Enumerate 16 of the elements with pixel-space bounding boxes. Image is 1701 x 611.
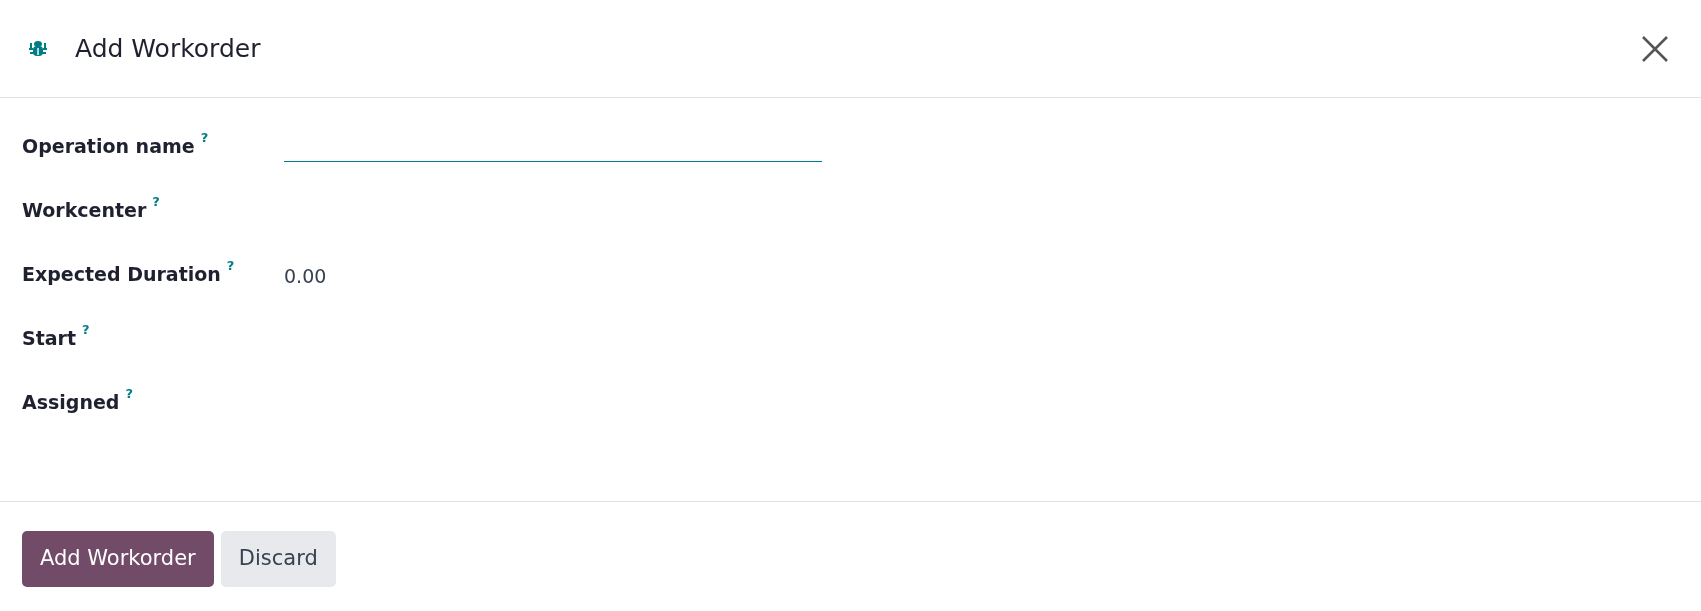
field-label: Workcenter bbox=[22, 198, 147, 223]
help-tooltip[interactable]: ? bbox=[82, 320, 90, 340]
help-tooltip[interactable]: ? bbox=[200, 128, 209, 148]
bug-icon bbox=[28, 38, 48, 59]
discard-button[interactable]: Discard bbox=[220, 531, 336, 587]
field-value: 0.00 bbox=[284, 264, 327, 289]
help-tooltip[interactable]: ? bbox=[152, 192, 160, 212]
help-tooltip[interactable]: ? bbox=[125, 384, 133, 404]
field-label: Assigned bbox=[22, 390, 120, 415]
field-label: Operation name bbox=[22, 134, 195, 159]
add-workorder-button[interactable]: Add Workorder bbox=[22, 531, 214, 587]
close-icon[interactable] bbox=[1641, 34, 1669, 63]
dialog-title: Add Workorder bbox=[75, 32, 261, 65]
field-label: Expected Duration bbox=[22, 262, 221, 287]
help-tooltip[interactable]: ? bbox=[226, 256, 235, 276]
field-label: Start bbox=[22, 326, 77, 351]
